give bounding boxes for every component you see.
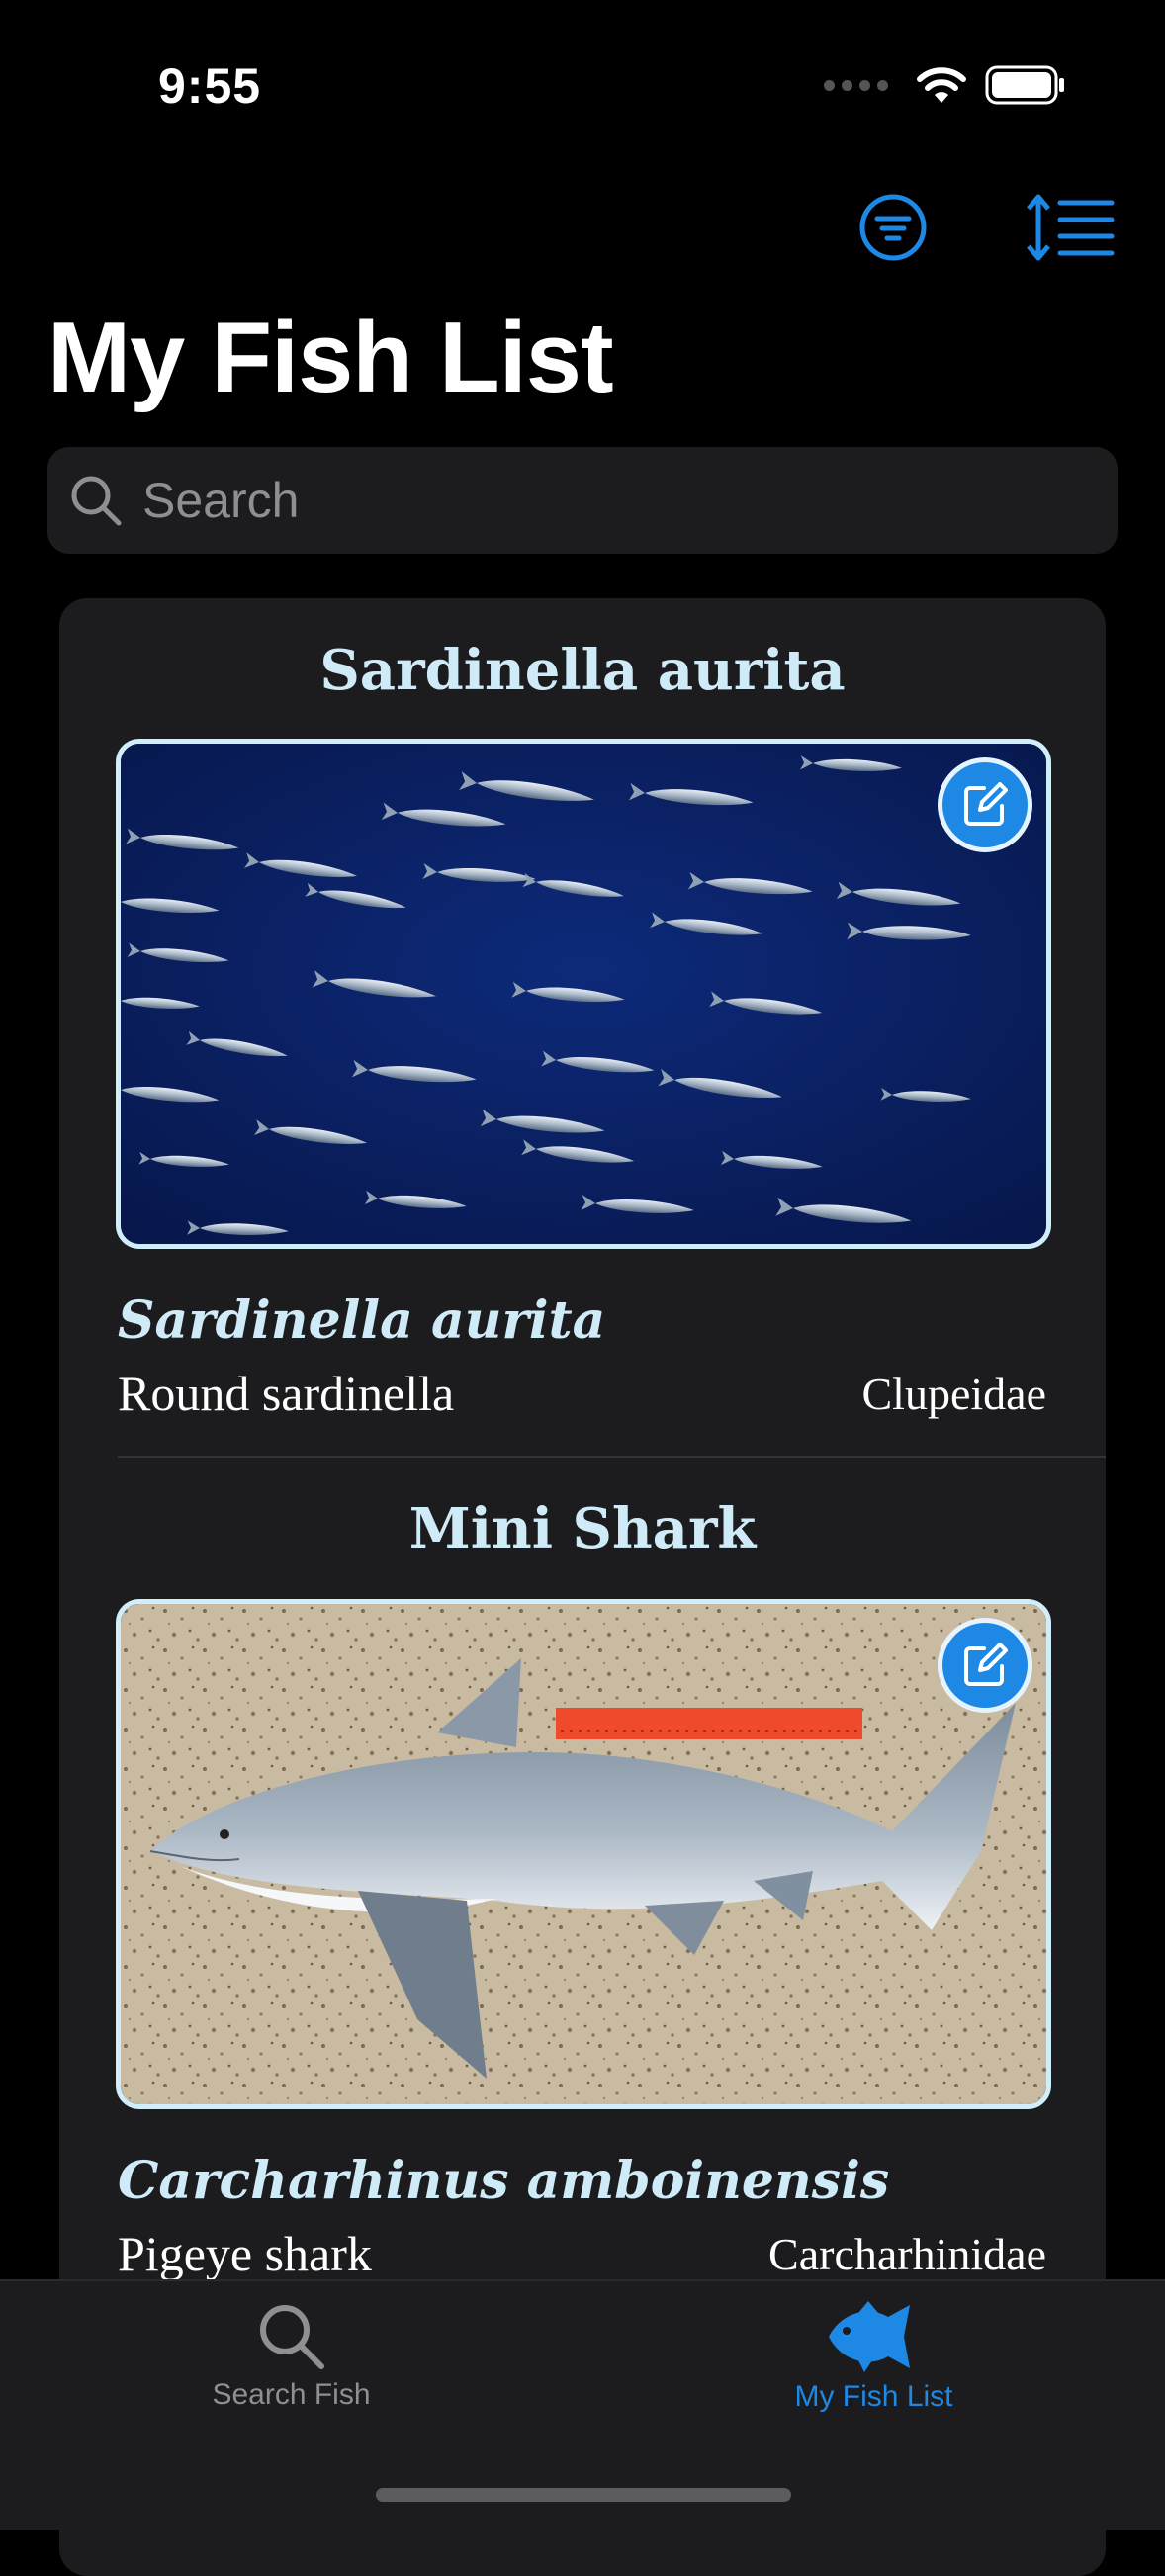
fish-item-title: Mini Shark bbox=[408, 1496, 757, 1561]
filter-circle-icon bbox=[859, 194, 927, 261]
fish-icon bbox=[828, 2301, 910, 2372]
fish-item-title: Sardinella aurita bbox=[319, 638, 846, 703]
sort-button[interactable] bbox=[1027, 188, 1116, 267]
search-icon bbox=[71, 476, 122, 526]
home-indicator bbox=[376, 2488, 791, 2502]
page-title: My Fish List bbox=[47, 303, 614, 413]
filter-button[interactable] bbox=[849, 188, 938, 267]
status-time: 9:55 bbox=[158, 58, 262, 114]
nav-actions bbox=[849, 188, 1116, 267]
edit-button[interactable] bbox=[938, 1618, 1032, 1713]
search-bar[interactable] bbox=[47, 447, 1118, 554]
search-input[interactable] bbox=[140, 471, 1034, 530]
common-name: Pigeye shark bbox=[118, 2226, 372, 2281]
fish-photo bbox=[116, 739, 1051, 1249]
tab-label: My Fish List bbox=[794, 2380, 953, 2413]
edit-icon bbox=[964, 782, 1008, 826]
scientific-name: Sardinella aurita bbox=[118, 1290, 606, 1351]
school-of-sardines-image bbox=[121, 744, 1046, 1244]
scientific-name: Carcharhinus amboinensis bbox=[118, 2151, 890, 2211]
tab-search-fish[interactable]: Search Fish bbox=[0, 2281, 582, 2449]
common-name: Round sardinella bbox=[118, 1366, 455, 1421]
family-name: Carcharhinidae bbox=[768, 2229, 1046, 2279]
family-name: Clupeidae bbox=[861, 1369, 1047, 1419]
tab-label: Search Fish bbox=[212, 2378, 371, 2411]
edit-button[interactable] bbox=[938, 757, 1032, 852]
sort-list-icon bbox=[1027, 194, 1115, 261]
fish-photo bbox=[116, 1599, 1051, 2109]
battery-icon bbox=[985, 65, 1064, 105]
magnifier-icon bbox=[259, 2305, 324, 2369]
status-bar: 9:55 bbox=[0, 0, 1165, 168]
status-icons bbox=[824, 65, 1066, 105]
shark-on-sand-image bbox=[121, 1604, 1046, 2104]
wifi-icon bbox=[917, 67, 966, 103]
divider bbox=[118, 1456, 1106, 1458]
tab-my-fish-list[interactable]: My Fish List bbox=[582, 2281, 1165, 2449]
cellular-signal-icon bbox=[824, 79, 888, 91]
edit-icon bbox=[964, 1643, 1008, 1686]
